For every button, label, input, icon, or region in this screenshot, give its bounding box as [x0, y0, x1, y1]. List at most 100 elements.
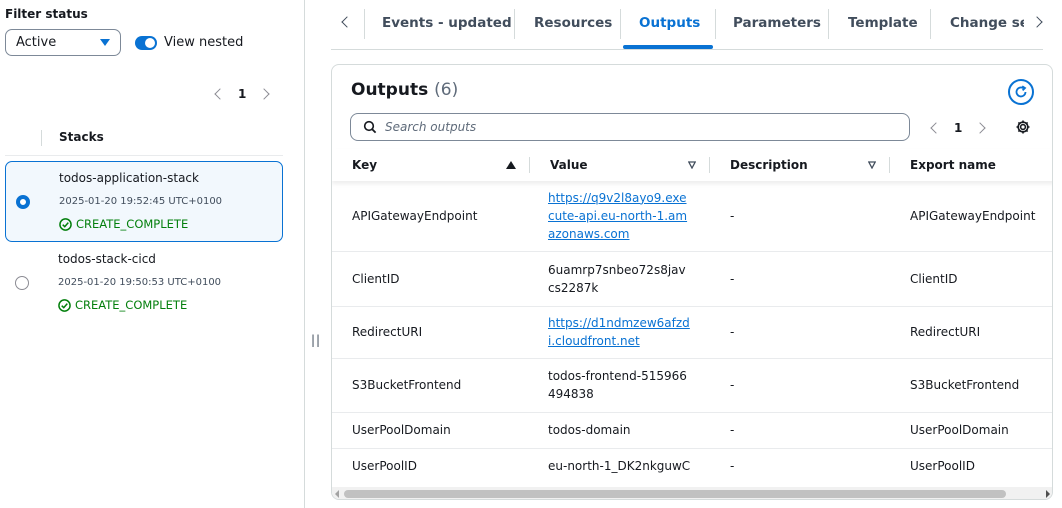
sort-ascending-icon[interactable]: [506, 161, 516, 169]
tab-divider: [620, 9, 621, 39]
stacks-header-label: Stacks: [59, 130, 104, 144]
stack-item-todos-application-stack[interactable]: todos-application-stack 2025-01-20 19:52…: [5, 161, 283, 242]
table-header-row: Key Value Description Export name: [332, 149, 1052, 181]
chevron-left-icon[interactable]: [214, 88, 226, 100]
scroll-left-arrow-icon[interactable]: [335, 490, 339, 498]
output-key: S3BucketFrontend: [332, 358, 530, 413]
sort-descending-icon[interactable]: [688, 161, 696, 169]
chevron-right-icon[interactable]: [258, 88, 271, 100]
radio-unselected[interactable]: [15, 276, 29, 290]
output-value: https://q9v2l8ayo9.execute-api.eu-north-…: [530, 181, 710, 252]
output-export-name: UserPoolID: [910, 459, 975, 474]
column-header-value-label: Value: [550, 158, 588, 172]
stack-status-text: CREATE_COMPLETE: [76, 217, 189, 231]
column-header-key[interactable]: Key: [332, 149, 530, 181]
output-value: 6uamrp7snbeo72s8javcs2287k: [530, 251, 710, 307]
search-outputs-input[interactable]: [385, 120, 865, 134]
table-row: UserPoolDomain todos-domain - UserPoolDo…: [332, 412, 1052, 449]
stack-name: todos-application-stack: [59, 171, 199, 185]
output-value-link[interactable]: https://q9v2l8ayo9.execute-api.eu-north-…: [548, 191, 687, 241]
outputs-pagination: 1: [930, 121, 987, 135]
scroll-right-arrow-icon[interactable]: [1046, 490, 1050, 498]
tab-change-set[interactable]: Change set: [950, 15, 1024, 31]
tab-divider: [514, 9, 515, 39]
outputs-title-text: Outputs: [351, 80, 429, 100]
output-description: -: [710, 251, 890, 307]
chevron-right-icon[interactable]: [974, 122, 987, 134]
tab-events[interactable]: Events - updated: [382, 15, 512, 31]
output-key: APIGatewayEndpoint: [332, 181, 530, 252]
column-header-export-name[interactable]: Export name: [890, 149, 1052, 181]
stack-item-todos-stack-cicd[interactable]: todos-stack-cicd 2025-01-20 19:50:53 UTC…: [5, 243, 283, 324]
view-nested-toggle-wrap[interactable]: View nested: [135, 35, 243, 50]
column-divider: [41, 130, 42, 146]
search-icon: [363, 120, 377, 134]
refresh-icon: [1015, 85, 1027, 98]
caret-down-icon: [100, 39, 110, 46]
scrollbar-thumb[interactable]: [344, 490, 1006, 498]
column-header-export-label: Export name: [910, 158, 996, 172]
active-tab-indicator: [623, 45, 713, 49]
outputs-container: Outputs (6) 1 Key: [331, 64, 1053, 500]
refresh-button[interactable]: [1008, 79, 1034, 105]
tab-outputs[interactable]: Outputs: [639, 15, 700, 31]
output-export-name: RedirectURI: [890, 306, 1052, 359]
stack-date: 2025-01-20 19:52:45 UTC+0100: [59, 196, 223, 207]
filter-status-select[interactable]: Active: [5, 29, 121, 56]
stacks-page-number[interactable]: 1: [238, 87, 246, 101]
stack-status: CREATE_COMPLETE: [59, 217, 188, 231]
tabs-scroll-right-icon[interactable]: [1031, 16, 1043, 28]
check-circle-icon: [58, 298, 71, 312]
stack-status: CREATE_COMPLETE: [58, 298, 187, 312]
column-header-key-label: Key: [352, 158, 378, 172]
horizontal-scrollbar[interactable]: [332, 487, 1052, 499]
output-value: eu-north-1_DK2nkguwC: [548, 459, 691, 474]
output-export-name: UserPoolDomain: [890, 412, 1052, 449]
tab-divider: [364, 9, 365, 39]
column-header-value[interactable]: Value: [530, 149, 710, 181]
filter-status-value: Active: [16, 35, 57, 50]
output-value: todos-frontend-515966494838: [530, 358, 710, 413]
output-description: -: [730, 459, 735, 474]
view-nested-toggle[interactable]: [135, 35, 157, 50]
table-row: RedirectURI https://d1ndmzew6afzdi.cloud…: [332, 306, 1052, 359]
stack-status-text: CREATE_COMPLETE: [75, 298, 188, 312]
output-description: -: [710, 412, 890, 449]
tab-template[interactable]: Template: [848, 15, 918, 31]
check-circle-icon: [59, 217, 72, 231]
output-description: -: [710, 306, 890, 359]
output-key: UserPoolID: [352, 459, 417, 474]
outputs-page-number[interactable]: 1: [954, 121, 962, 135]
output-key: UserPoolDomain: [332, 412, 530, 449]
tabs-scroll-left-icon[interactable]: [341, 16, 353, 28]
tab-resources[interactable]: Resources: [534, 15, 612, 31]
output-export-name: ClientID: [890, 251, 1052, 307]
output-key: ClientID: [332, 251, 530, 307]
stack-date: 2025-01-20 19:50:53 UTC+0100: [58, 277, 222, 288]
output-key: RedirectURI: [332, 306, 530, 359]
outputs-count: (6): [434, 80, 459, 100]
tab-divider: [930, 9, 931, 39]
output-description: -: [710, 358, 890, 413]
tab-bar: Events - updated Resources Outputs Param…: [331, 0, 1043, 50]
table-row: UserPoolID eu-north-1_DK2nkguwC - UserPo…: [332, 448, 1052, 484]
table-row: S3BucketFrontend todos-frontend-51596649…: [332, 358, 1052, 413]
output-export-name: S3BucketFrontend: [890, 358, 1052, 413]
gear-icon[interactable]: [1015, 119, 1031, 135]
chevron-left-icon[interactable]: [930, 122, 942, 134]
column-header-description[interactable]: Description: [710, 149, 890, 181]
output-description: -: [710, 181, 890, 252]
stack-name: todos-stack-cicd: [58, 252, 156, 266]
output-value: https://d1ndmzew6afzdi.cloudfront.net: [530, 306, 710, 359]
radio-selected[interactable]: [16, 195, 30, 209]
output-value: todos-domain: [530, 412, 710, 449]
panel-resize-handle[interactable]: ||: [311, 333, 321, 347]
sort-descending-icon[interactable]: [868, 161, 876, 169]
filter-status-label: Filter status: [5, 7, 88, 21]
output-value-link[interactable]: https://d1ndmzew6afzdi.cloudfront.net: [548, 316, 690, 348]
search-outputs-field[interactable]: [350, 113, 910, 141]
table-row: ClientID 6uamrp7snbeo72s8javcs2287k - Cl…: [332, 251, 1052, 307]
tab-divider: [715, 9, 716, 39]
tab-parameters[interactable]: Parameters: [733, 15, 821, 31]
stacks-table-header: Stacks: [5, 126, 283, 156]
